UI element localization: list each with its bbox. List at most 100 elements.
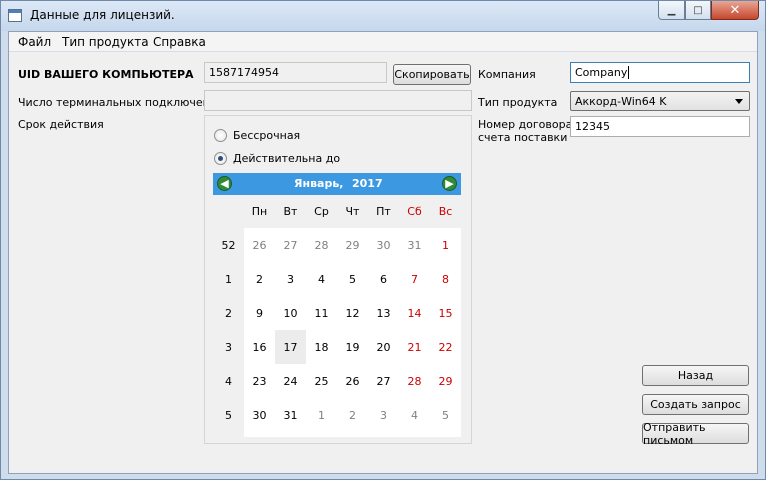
contract-field[interactable]: 12345 — [570, 116, 750, 137]
calendar-day[interactable]: 21 — [399, 330, 430, 364]
contract-label-line1: Номер договора/ — [478, 118, 577, 131]
calendar-day[interactable]: 31 — [399, 228, 430, 262]
terminals-field[interactable] — [204, 90, 472, 111]
week-number: 1 — [225, 272, 232, 286]
calendar-day[interactable]: 19 — [337, 330, 368, 364]
uid-field[interactable]: 1587174954 — [204, 62, 387, 83]
terminals-label: Число терминальных подключений — [18, 96, 225, 109]
calendar-day[interactable]: 15 — [430, 296, 461, 330]
calendar-day[interactable]: 18 — [306, 330, 337, 364]
calendar-day[interactable]: 16 — [244, 330, 275, 364]
radio-valid-until[interactable]: Действительна до — [214, 152, 340, 165]
weekday-header: Пт — [376, 205, 391, 218]
minimize-button[interactable]: ▁ — [658, 1, 685, 20]
product-type-select[interactable]: Аккорд-Win64 K — [570, 91, 750, 111]
maximize-icon: □ — [693, 4, 703, 16]
calendar-day[interactable]: 17 — [275, 330, 306, 364]
week-number: 4 — [225, 374, 232, 388]
product-type-value: Аккорд-Win64 K — [575, 95, 667, 108]
app-icon — [8, 9, 22, 22]
calendar-day[interactable]: 27 — [275, 228, 306, 262]
calendar-day[interactable]: 23 — [244, 364, 275, 398]
calendar-day[interactable]: 27 — [368, 364, 399, 398]
calendar-day[interactable]: 26 — [244, 228, 275, 262]
back-button[interactable]: Назад — [642, 365, 749, 386]
calendar-day[interactable]: 10 — [275, 296, 306, 330]
menu-product-type[interactable]: Тип продукта — [62, 35, 149, 49]
week-number: 52 — [221, 238, 236, 252]
weekday-header: Чт — [345, 205, 360, 218]
calendar-day[interactable]: 3 — [275, 262, 306, 296]
calendar-day[interactable]: 6 — [368, 262, 399, 296]
contract-label-line2: счета поставки — [478, 131, 568, 144]
week-number: 5 — [225, 408, 232, 422]
text-cursor — [628, 66, 630, 79]
radio-unlimited-dot — [214, 129, 227, 142]
calendar-day[interactable]: 4 — [399, 398, 430, 432]
calendar-day[interactable]: 9 — [244, 296, 275, 330]
radio-unlimited[interactable]: Бессрочная — [214, 129, 300, 142]
close-button[interactable]: ✕ — [711, 1, 759, 20]
calendar-day[interactable]: 28 — [399, 364, 430, 398]
menu-help[interactable]: Справка — [153, 35, 206, 49]
calendar-day[interactable]: 29 — [430, 364, 461, 398]
calendar-year[interactable]: 2017 — [352, 177, 383, 190]
calendar-header: ◀ Январь, 2017 ▶ — [213, 173, 461, 195]
weekday-header: Вс — [438, 205, 453, 218]
weekday-header: Пн — [251, 205, 268, 218]
calendar-day[interactable]: 28 — [306, 228, 337, 262]
calendar-day[interactable]: 25 — [306, 364, 337, 398]
calendar-day[interactable]: 24 — [275, 364, 306, 398]
calendar-day[interactable]: 22 — [430, 330, 461, 364]
arrow-right-icon[interactable]: ▶ — [442, 176, 457, 191]
calendar-day[interactable]: 30 — [368, 228, 399, 262]
client-area: Файл Тип продукта Справка UID ВАШЕГО КОМ… — [8, 31, 758, 474]
calendar-day[interactable]: 20 — [368, 330, 399, 364]
radio-valid-until-label: Действительна до — [233, 152, 341, 165]
menu-file[interactable]: Файл — [18, 35, 51, 49]
calendar-day[interactable]: 7 — [399, 262, 430, 296]
arrow-left-icon[interactable]: ◀ — [217, 176, 232, 191]
weekday-header: Ср — [314, 205, 329, 218]
calendar-day[interactable]: 1 — [306, 398, 337, 432]
calendar-day[interactable]: 5 — [337, 262, 368, 296]
calendar: ◀ Январь, 2017 ▶ Пн Вт Ср Чт Пт Сб Вс 52 26 27 28 2… — [213, 173, 461, 437]
calendar-day[interactable]: 13 — [368, 296, 399, 330]
company-value: Company — [575, 66, 628, 79]
menu-bar: Файл Тип продукта Справка — [9, 32, 757, 52]
copy-button[interactable]: Скопировать — [393, 64, 471, 85]
app-window: Данные для лицензий. ▁ □ ✕ Файл Тип прод… — [0, 0, 766, 480]
calendar-day[interactable]: 5 — [430, 398, 461, 432]
week-number: 2 — [225, 306, 232, 320]
calendar-day[interactable]: 30 — [244, 398, 275, 432]
calendar-day[interactable]: 1 — [430, 228, 461, 262]
calendar-day[interactable]: 29 — [337, 228, 368, 262]
week-number: 3 — [225, 340, 232, 354]
calendar-day[interactable]: 2 — [337, 398, 368, 432]
validity-group: Бессрочная Действительна до ◀ Январь, 20… — [204, 115, 472, 444]
weekday-header: Сб — [407, 205, 422, 218]
calendar-day[interactable]: 2 — [244, 262, 275, 296]
create-request-button[interactable]: Создать запрос — [642, 394, 749, 415]
validity-label: Срок действия — [18, 118, 104, 131]
minimize-icon: ▁ — [667, 4, 676, 16]
chevron-down-icon — [735, 99, 743, 104]
company-label: Компания — [478, 68, 536, 81]
product-type-label: Тип продукта — [478, 96, 558, 109]
calendar-day[interactable]: 4 — [306, 262, 337, 296]
calendar-day[interactable]: 31 — [275, 398, 306, 432]
weekday-header: Вт — [283, 205, 298, 218]
calendar-month[interactable]: Январь, — [294, 177, 343, 190]
calendar-day[interactable]: 8 — [430, 262, 461, 296]
calendar-day[interactable]: 3 — [368, 398, 399, 432]
calendar-day[interactable]: 12 — [337, 296, 368, 330]
uid-label: UID ВАШЕГО КОМПЬЮТЕРА — [18, 68, 194, 81]
title-bar[interactable]: Данные для лицензий. ▁ □ ✕ — [1, 1, 765, 31]
send-email-button[interactable]: Отправить письмом — [642, 421, 749, 447]
company-field[interactable]: Company — [570, 62, 750, 83]
calendar-day[interactable]: 14 — [399, 296, 430, 330]
calendar-day[interactable]: 11 — [306, 296, 337, 330]
window-title: Данные для лицензий. — [30, 8, 175, 22]
maximize-button[interactable]: □ — [685, 1, 711, 20]
calendar-day[interactable]: 26 — [337, 364, 368, 398]
